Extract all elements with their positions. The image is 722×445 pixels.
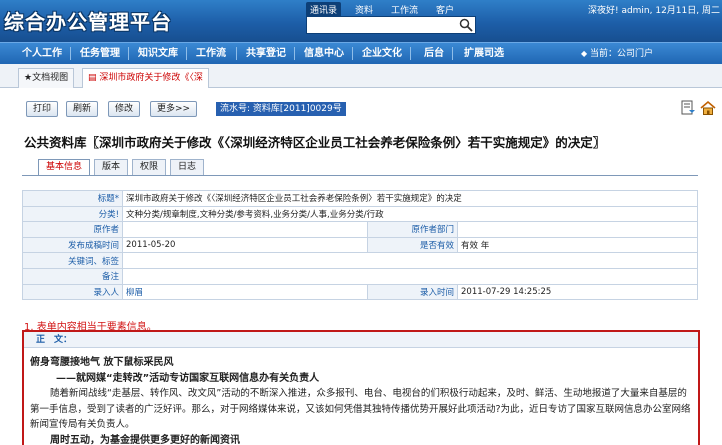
document-title: 公共资料库〖深圳市政府关于修改《〈深圳经济特区企业员工社会养老保险条例〉若干实施… xyxy=(24,135,606,150)
nav-separator xyxy=(186,47,187,60)
search-tab-workflow[interactable]: 工作流 xyxy=(387,2,422,17)
form-row-keywords: 关键词、标签 xyxy=(22,252,698,269)
tab-version[interactable]: 版本 xyxy=(94,159,129,176)
author-dept-value xyxy=(457,221,698,238)
content-body: 俯身弯腰接地气 放下鼠标采民风 ——就网媒“走转改”活动专访国家互联网信息办有关… xyxy=(24,348,698,445)
author-label: 原作者 xyxy=(22,221,123,238)
tab-underline xyxy=(22,175,698,176)
nav-backend[interactable]: 后台 xyxy=(424,43,444,64)
document-tabstrip: ★文档视图 ▤ 深圳市政府关于修改《〈深 xyxy=(0,64,722,88)
publish-time-value: 2011-05-20 xyxy=(122,236,368,254)
refresh-button[interactable]: 刷新 xyxy=(66,101,99,117)
category-label: 分类! xyxy=(22,205,123,223)
author-value xyxy=(122,221,368,238)
nav-corporate-culture[interactable]: 企业文化 xyxy=(362,43,402,64)
keywords-label: 关键词、标签 xyxy=(22,252,123,269)
nav-workflow[interactable]: 工作流 xyxy=(196,43,226,64)
title-value: 深圳市政府关于修改《〈深圳经济特区企业员工社会养老保险条例〉若干实施规定》的决定 xyxy=(122,190,698,207)
publish-time-label: 发布成稿时间 xyxy=(22,236,123,254)
entry-time-label: 录入时间 xyxy=(367,283,458,301)
document-icon: ▤ xyxy=(88,73,97,83)
author-dept-label: 原作者部门 xyxy=(367,221,458,238)
nav-separator xyxy=(352,47,353,60)
nav-personal-work[interactable]: 个人工作 xyxy=(22,43,62,64)
nav-task-management[interactable]: 任务管理 xyxy=(80,43,120,64)
form-row-entry: 录入人 柳眉 录入时间 2011-07-29 14:25:25 xyxy=(22,283,698,301)
toolbar-right-icons xyxy=(680,100,716,116)
search-tab-contacts[interactable]: 通讯录 xyxy=(306,2,342,17)
tab-basic-info[interactable]: 基本信息 xyxy=(38,159,91,176)
keywords-value xyxy=(122,252,698,269)
nav-shared-registration[interactable]: 共享登记 xyxy=(246,43,286,64)
nav-extensions[interactable]: 扩展司选 xyxy=(464,43,504,64)
flow-number-badge: 流水号: 资料库[2011]0029号 xyxy=(216,102,346,116)
user-greeting: 深夜好! admin, 12月11日, 周二 xyxy=(587,6,720,16)
main-nav: 个人工作 任务管理 知识文库 工作流 共享登记 信息中心 企业文化 后台 扩展司… xyxy=(0,42,722,64)
form-row-title: 标题* 深圳市政府关于修改《〈深圳经济特区企业员工社会养老保险条例〉若干实施规定… xyxy=(22,190,698,207)
content-section: 正 文： 俯身弯腰接地气 放下鼠标采民风 ——就网媒“走转改”活动专访国家互联网… xyxy=(22,330,700,445)
entry-time-value: 2011-07-29 14:25:25 xyxy=(457,283,698,301)
article-headline: 俯身弯腰接地气 放下鼠标采民风 xyxy=(30,357,174,368)
tab-document-view[interactable]: ★文档视图 xyxy=(18,68,75,88)
remark-label: 备注 xyxy=(22,267,123,285)
remark-value xyxy=(122,267,698,285)
export-document-icon[interactable] xyxy=(680,100,696,116)
nav-separator xyxy=(410,47,411,60)
nav-separator xyxy=(70,47,71,60)
nav-separator xyxy=(294,47,295,60)
search-tab-customers[interactable]: 客户 xyxy=(432,2,458,17)
form-row-remark: 备注 xyxy=(22,267,698,285)
search-input[interactable] xyxy=(306,16,476,34)
entry-person-link[interactable]: 柳眉 xyxy=(126,288,143,298)
tab-current-document[interactable]: ▤ 深圳市政府关于修改《〈深 xyxy=(82,68,209,88)
basic-info-form: 标题* 深圳市政府关于修改《〈深圳经济特区企业员工社会养老保险条例〉若干实施规定… xyxy=(22,190,698,301)
valid-value: 有效 年 xyxy=(457,236,698,254)
home-icon[interactable] xyxy=(700,100,716,116)
entry-person-label: 录入人 xyxy=(22,283,123,301)
nav-info-center[interactable]: 信息中心 xyxy=(304,43,344,64)
nav-separator xyxy=(236,47,237,60)
more-button[interactable]: 更多>> xyxy=(150,101,198,117)
detail-tabs: 基本信息 版本 权限 日志 xyxy=(38,159,205,176)
nav-knowledge-library[interactable]: 知识文库 xyxy=(138,43,178,64)
valid-label: 是否有效 xyxy=(367,236,458,254)
nav-separator xyxy=(452,47,453,60)
category-value: 文种分类/规章制度,文种分类/参考资料,业务分类/人事,业务分类/行政 xyxy=(122,205,698,223)
current-location: ◆ 当前：公司门户 xyxy=(581,49,654,59)
form-row-publish: 发布成稿时间 2011-05-20 是否有效 有效 年 xyxy=(22,236,698,254)
article-section-heading: 周时五动，为基金提供更多更好的新闻资讯 xyxy=(50,434,240,445)
tab-log[interactable]: 日志 xyxy=(170,159,205,176)
print-button[interactable]: 打印 xyxy=(26,101,59,117)
arrow-icon: ◆ xyxy=(581,49,588,58)
title-label: 标题* xyxy=(22,190,123,207)
edit-button[interactable]: 修改 xyxy=(108,101,141,117)
article-paragraph: 随着新闻战线“走基层、转作风、改文风”活动的不断深入推进，众多报刊、电台、电视台… xyxy=(30,388,691,430)
form-row-author: 原作者 原作者部门 xyxy=(22,221,698,238)
search-tabs: 通讯录 资料 工作流 客户 xyxy=(306,2,458,17)
form-row-category: 分类! 文种分类/规章制度,文种分类/参考资料,业务分类/人事,业务分类/行政 xyxy=(22,205,698,223)
tab-permissions[interactable]: 权限 xyxy=(132,159,167,176)
article-subheadline: ——就网媒“走转改”活动专访国家互联网信息办有关负责人 xyxy=(56,372,320,384)
search-icon[interactable] xyxy=(459,18,473,32)
nav-separator xyxy=(128,47,129,60)
app-header: 综合办公管理平台 通讯录 资料 工作流 客户 深夜好! admin, 12月11… xyxy=(0,0,722,42)
content-heading: 正 文： xyxy=(24,332,698,348)
app-logo: 综合办公管理平台 xyxy=(4,10,172,34)
search-tab-materials[interactable]: 资料 xyxy=(351,2,377,17)
entry-person-value: 柳眉 xyxy=(122,283,368,301)
